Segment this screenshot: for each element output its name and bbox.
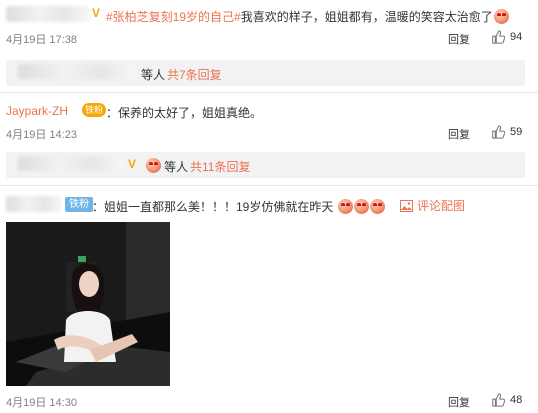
thumbs-up-icon xyxy=(492,30,505,44)
like-button[interactable]: 59 xyxy=(491,125,522,139)
verified-v-icon: V xyxy=(128,157,137,171)
divider xyxy=(0,92,538,93)
divider xyxy=(0,185,538,186)
comment-photo[interactable] xyxy=(6,222,170,386)
like-count: 94 xyxy=(510,31,523,43)
heart-eyes-emoji-icon xyxy=(353,199,369,214)
verified-v-icon: V xyxy=(92,6,101,20)
comment-text: ：姐姐一直都那么美！！！19岁仿佛就在昨天 xyxy=(92,198,385,215)
timestamp: 4月19日 14:23 xyxy=(6,129,77,141)
photo-content xyxy=(6,222,170,386)
comment-picture-link[interactable]: 评论配图 xyxy=(400,197,465,214)
thumbs-up-icon xyxy=(492,393,505,407)
thumbs-up-icon xyxy=(492,125,505,139)
heart-eyes-emoji-icon xyxy=(337,199,353,214)
comment-text: #张柏芝复刻19岁的自己#我喜欢的样子，姐姐都有，温暖的笑容太治愈了 xyxy=(106,8,509,25)
heart-eyes-emoji-icon xyxy=(369,199,385,214)
username-link[interactable]: Jaypark-ZH xyxy=(6,104,68,118)
like-button[interactable]: 48 xyxy=(491,393,522,407)
reply-button[interactable]: 回复 xyxy=(448,31,470,47)
fan-badge: 铁粉 xyxy=(82,103,107,117)
comment-body: ：保养的太好了，姐姐真绝。 xyxy=(106,106,263,120)
timestamp: 4月19日 14:30 xyxy=(6,397,77,409)
picture-link-label: 评论配图 xyxy=(417,199,466,213)
comment-body: 我喜欢的样子，姐姐都有，温暖的笑容太治愈了 xyxy=(240,10,493,24)
blurred-username[interactable] xyxy=(6,196,62,212)
timestamp: 4月19日 17:38 xyxy=(6,34,77,46)
iron-fan-badge: 铁粉 xyxy=(65,197,93,212)
reply-button[interactable]: 回复 xyxy=(448,394,470,410)
blurred-sub-user[interactable] xyxy=(18,156,124,171)
blurred-sub-user[interactable] xyxy=(18,64,136,79)
sub-reply-wait: 等人 xyxy=(141,68,166,82)
like-button[interactable]: 94 xyxy=(491,30,522,44)
comment-body: ：姐姐一直都那么美！！！19岁仿佛就在昨天 xyxy=(92,200,334,214)
topic-link[interactable]: #张柏芝复刻19岁的自己# xyxy=(106,10,241,24)
like-count: 48 xyxy=(510,394,523,406)
like-count: 59 xyxy=(510,126,523,138)
reply-button[interactable]: 回复 xyxy=(448,126,470,142)
more-replies-link[interactable]: 共7条回复 xyxy=(167,66,222,83)
more-replies-link[interactable]: 共11条回复 xyxy=(190,158,250,175)
heart-eyes-emoji-icon xyxy=(146,158,161,173)
picture-icon xyxy=(400,199,413,212)
blurred-username[interactable] xyxy=(6,6,90,22)
heart-eyes-emoji-icon xyxy=(493,9,509,24)
sub-reply-wait: 等人 xyxy=(164,160,189,174)
